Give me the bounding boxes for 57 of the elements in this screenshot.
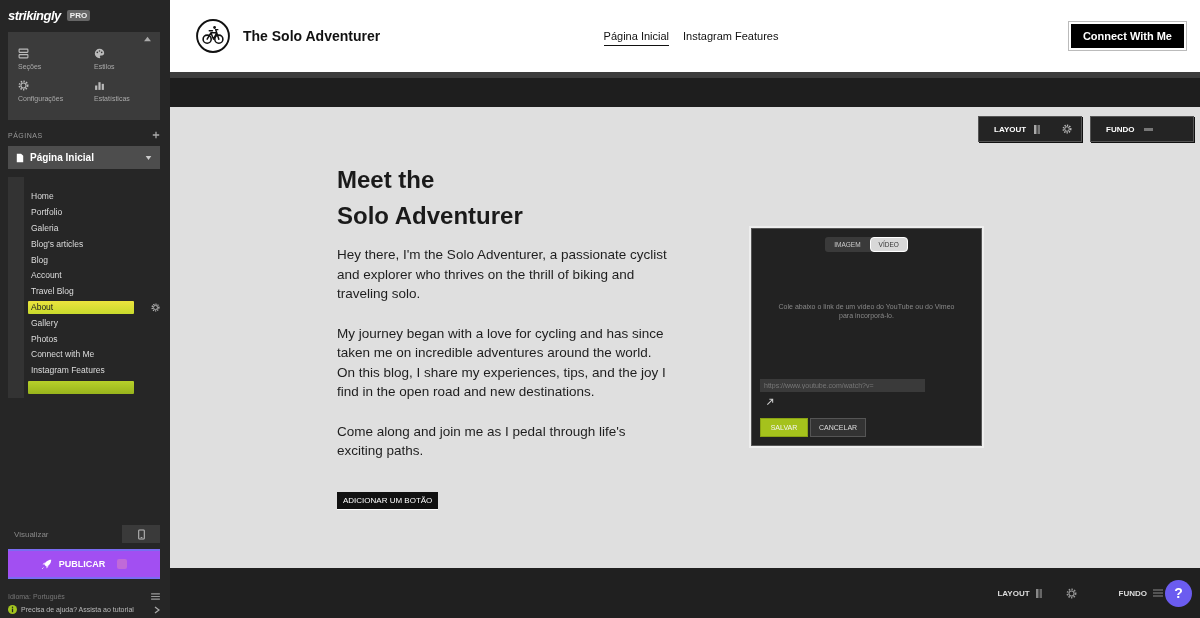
bicycle-logo-icon (196, 19, 230, 53)
help-button[interactable]: ? (1165, 579, 1192, 607)
collapse-caret-icon (143, 36, 152, 42)
chevron-icon (154, 605, 160, 614)
preview-link[interactable]: Visualizar (14, 529, 49, 539)
page-item[interactable]: Home (28, 190, 134, 204)
rocket-icon (40, 558, 53, 570)
columns-icon (1034, 124, 1041, 134)
dash-icon (1144, 127, 1154, 131)
phone-icon (137, 528, 145, 540)
page-item[interactable]: Blog (28, 253, 134, 267)
document-icon (16, 152, 24, 163)
settings-icon (151, 302, 160, 312)
menu-icon (151, 593, 160, 600)
diagonal-arrow-icon (766, 398, 774, 406)
info-icon (8, 605, 17, 614)
nav-link[interactable]: Página Inicial (603, 26, 670, 46)
palette-icon (94, 48, 105, 59)
caret-icon (145, 154, 152, 161)
indicator-icon (117, 559, 128, 569)
page-item[interactable]: Galeria (28, 222, 134, 235)
page-item[interactable]: Photos (28, 332, 134, 346)
body-paragraph: My journey began with a love for cycling and has since taken me on incredible adventures around the world. On this blog, I share my experiences, tips, and the joy I find in the open road and new destinations. (337, 324, 667, 401)
site-title: The Solo Adventurer (243, 28, 381, 44)
add-button[interactable]: ADICIONAR UM BOTÃO (337, 491, 439, 509)
background-button[interactable]: FUNDO (1118, 588, 1163, 598)
plan-badge: PRO (66, 10, 91, 21)
body-paragraph: Come along and join me as I pedal through life's exciting paths. (337, 422, 627, 460)
connect-button[interactable]: Connect With Me (1068, 22, 1186, 50)
settings-icon (1065, 587, 1077, 599)
hero-heading: Meet the Solo Adventurer (337, 165, 524, 231)
stack-icon (18, 48, 29, 59)
plus-icon (152, 131, 160, 139)
logo: strikingly (8, 8, 61, 23)
background-button[interactable]: FUNDO (1090, 116, 1194, 142)
layout-button[interactable]: LAYOUT (997, 588, 1042, 598)
page-item[interactable]: Blog's articles (28, 237, 134, 251)
layout-button[interactable]: LAYOUT (978, 116, 1082, 142)
page-item[interactable]: Instagram Features (28, 364, 134, 378)
settings-icon (1062, 124, 1072, 134)
body-paragraph: Hey there, I'm the Solo Adventurer, a passionate cyclist and explorer who thrives on the thrill of biking and traveling solo. (337, 246, 668, 303)
settings-button[interactable] (1065, 587, 1077, 599)
settings-icon (18, 80, 29, 91)
bar-chart-icon (94, 80, 105, 91)
page-item[interactable]: Account (28, 269, 134, 283)
add-page-button[interactable] (152, 131, 160, 139)
page-item[interactable]: About (28, 300, 134, 314)
nav-link[interactable]: Instagram Features (683, 26, 779, 46)
menu-icon (1153, 589, 1163, 597)
mobile-view-button[interactable] (122, 525, 160, 543)
page-item[interactable]: Gallery (28, 316, 134, 330)
page-item[interactable]: Travel Blog (28, 285, 134, 299)
page-select[interactable]: Página Inicial (8, 146, 160, 169)
publish-button[interactable]: PUBLICAR (8, 549, 160, 579)
page-item[interactable]: Connect with Me (28, 348, 134, 362)
page-item[interactable]: Portfolio (28, 206, 134, 220)
columns-icon (1035, 588, 1042, 598)
